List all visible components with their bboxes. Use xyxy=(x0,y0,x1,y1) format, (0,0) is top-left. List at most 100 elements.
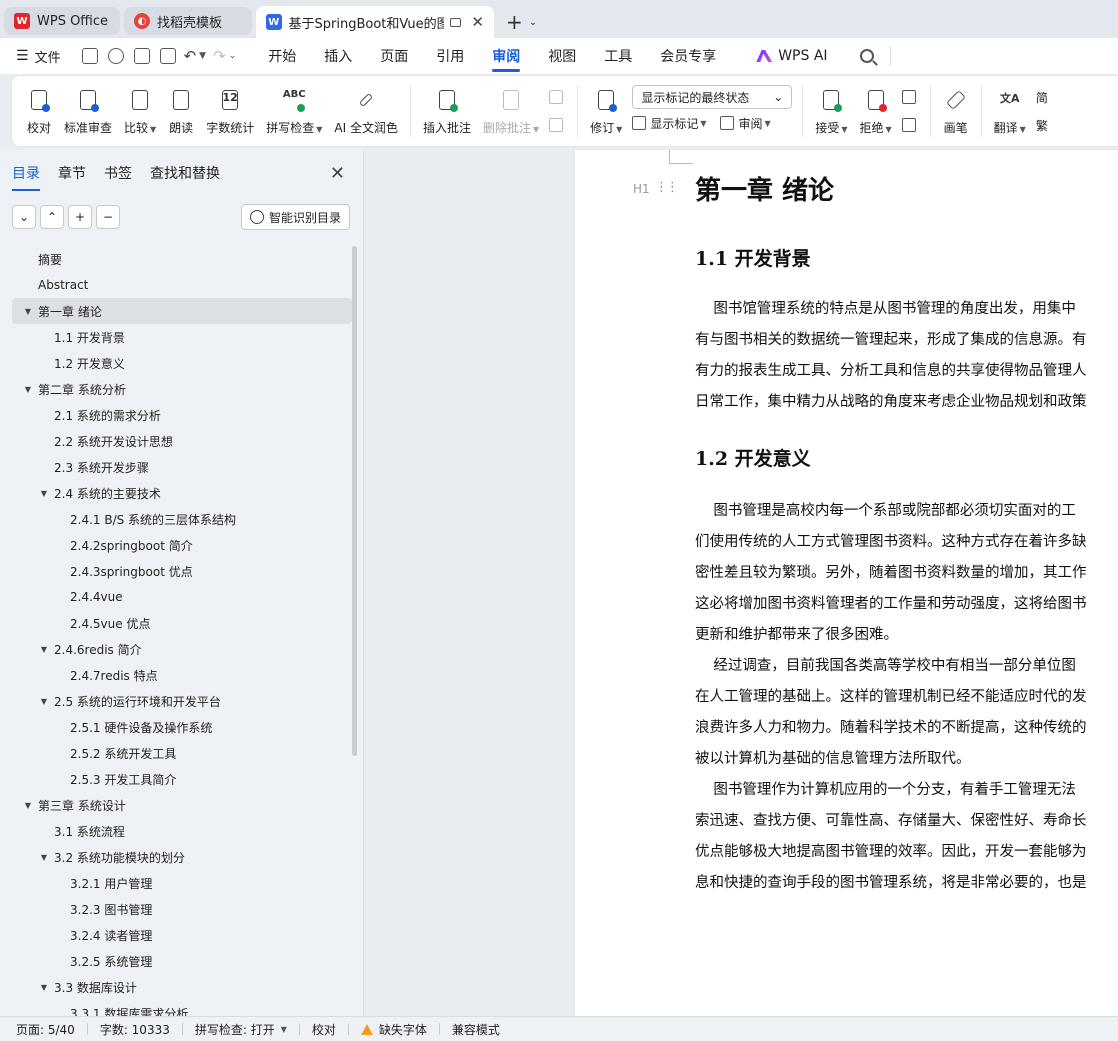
drag-handle-icon[interactable]: ⋮⋮ xyxy=(655,180,679,195)
toc-item[interactable]: 3.2.5 系统管理 xyxy=(12,948,352,974)
to-traditional-button[interactable]: 繁 xyxy=(1036,113,1048,137)
tab-bookmarks[interactable]: 书签 xyxy=(104,157,132,189)
toc-item[interactable]: ▼ 2.4.6redis 简介 xyxy=(12,636,352,662)
expand-caret-icon[interactable]: ▼ xyxy=(22,801,34,810)
save-icon[interactable] xyxy=(81,48,98,64)
show-markup-button[interactable]: 显示标记 ▼ xyxy=(632,111,706,135)
expand-caret-icon[interactable]: ▼ xyxy=(22,385,34,394)
toc-item[interactable]: 2.4.4vue xyxy=(12,584,352,610)
smart-toc-button[interactable]: 智能识别目录 xyxy=(240,204,350,230)
toc-item[interactable]: 3.2.3 图书管理 xyxy=(12,896,352,922)
toc-item[interactable]: ▼ 第一章 绪论 xyxy=(12,298,352,324)
toc-item[interactable]: 1.2 开发意义 xyxy=(12,350,352,376)
expand-caret-icon[interactable]: ▼ xyxy=(22,307,34,316)
toc-item[interactable]: 3.3.1 数据库需求分析 xyxy=(12,1000,352,1017)
insert-comment-button[interactable]: 插入批注 xyxy=(417,80,477,142)
tab-daoke-templates[interactable]: ◐ 找稻壳模板 xyxy=(124,7,252,35)
toc-item[interactable]: 2.5.2 系统开发工具 xyxy=(12,740,352,766)
menu-tools[interactable]: 工具 xyxy=(604,38,632,74)
toc-item[interactable]: ▼ 3.3 数据库设计 xyxy=(12,974,352,1000)
read-aloud-button[interactable]: 朗读 xyxy=(162,80,200,142)
toc-item[interactable]: 2.5.1 硬件设备及操作系统 xyxy=(12,714,352,740)
pen-button[interactable]: 画笔 xyxy=(937,80,975,142)
accept-button[interactable]: 接受 ▼ xyxy=(809,80,853,142)
expand-caret-icon[interactable]: ▼ xyxy=(38,697,50,706)
proofread-button[interactable]: 校对 xyxy=(20,80,58,142)
toc-item[interactable]: 2.1 系统的需求分析 xyxy=(12,402,352,428)
expand-caret-icon[interactable]: ▼ xyxy=(38,489,50,498)
menu-view[interactable]: 视图 xyxy=(548,38,576,74)
tab-chapters[interactable]: 章节 xyxy=(58,157,86,189)
spell-check-toggle[interactable]: 拼写检查: 打开 ▼ xyxy=(195,1021,287,1038)
tab-document[interactable]: W 基于SpringBoot和Vue的图书 ✕ xyxy=(256,6,494,38)
to-simplified-button[interactable]: 简 xyxy=(1036,85,1048,109)
review-pane-button[interactable]: 审阅 ▼ xyxy=(720,111,771,135)
close-tab-icon[interactable]: ✕ xyxy=(471,13,484,31)
ai-polish-button[interactable]: AI 全文润色 xyxy=(328,80,404,142)
undo-icon[interactable]: ↶ xyxy=(184,47,197,65)
collapse-all-button[interactable]: ⌃ xyxy=(40,205,64,229)
document-page[interactable]: H1 ⋮⋮ 第一章 绪论 1.1 开发背景 图书馆管理系统的特点是从图书管理的角… xyxy=(575,150,1118,1016)
toc-item[interactable]: 3.1 系统流程 xyxy=(12,818,352,844)
toc-item[interactable]: 2.4.2springboot 简介 xyxy=(12,532,352,558)
add-heading-button[interactable]: + xyxy=(68,205,92,229)
previous-comment-button[interactable] xyxy=(549,85,567,109)
compare-button[interactable]: 比较 ▼ xyxy=(118,80,162,142)
remove-heading-button[interactable]: − xyxy=(96,205,120,229)
toc-item[interactable]: ▼ 第三章 系统设计 xyxy=(12,792,352,818)
toc-item[interactable]: 3.2.1 用户管理 xyxy=(12,870,352,896)
menu-page[interactable]: 页面 xyxy=(380,38,408,74)
toc-item[interactable]: 3.2.4 读者管理 xyxy=(12,922,352,948)
new-tab-icon[interactable]: + xyxy=(506,6,523,38)
missing-font-indicator[interactable]: 缺失字体 xyxy=(360,1021,427,1038)
next-change-button[interactable] xyxy=(901,113,920,137)
print-icon[interactable] xyxy=(133,48,150,64)
translate-button[interactable]: 文A 翻译 ▼ xyxy=(988,80,1032,142)
file-menu[interactable]: ☰ 文件 xyxy=(16,47,61,66)
tab-toc[interactable]: 目录 xyxy=(12,157,40,191)
toc-item[interactable]: 2.4.5vue 优点 xyxy=(12,610,352,636)
page-indicator[interactable]: 页面: 5/40 xyxy=(16,1021,75,1038)
undo-chevron-icon[interactable]: ▼ xyxy=(199,51,206,61)
markup-state-select[interactable]: 显示标记的最终状态 ⌄ xyxy=(632,85,793,109)
close-panel-icon[interactable]: ✕ xyxy=(330,163,345,184)
menu-insert[interactable]: 插入 xyxy=(324,38,352,74)
previous-change-button[interactable] xyxy=(901,85,920,109)
toc-item[interactable]: 摘要 xyxy=(12,246,352,272)
tab-wps-office[interactable]: W WPS Office xyxy=(4,7,120,35)
toc-item[interactable]: 2.4.7redis 特点 xyxy=(12,662,352,688)
export-icon[interactable] xyxy=(107,48,124,64)
toc-item[interactable]: ▼ 2.4 系统的主要技术 xyxy=(12,480,352,506)
redo-icon[interactable]: ↷ xyxy=(213,47,226,65)
expand-all-button[interactable]: ⌄ xyxy=(12,205,36,229)
tab-list-chevron-icon[interactable]: ⌄ xyxy=(529,6,537,38)
toc-item[interactable]: 2.4.1 B/S 系统的三层体系结构 xyxy=(12,506,352,532)
toc-item[interactable]: 1.1 开发背景 xyxy=(12,324,352,350)
menu-references[interactable]: 引用 xyxy=(436,38,464,74)
menu-home[interactable]: 开始 xyxy=(268,38,296,74)
spell-check-button[interactable]: ABC 拼写检查 ▼ xyxy=(260,80,328,142)
next-comment-button[interactable] xyxy=(549,113,567,137)
print-preview-icon[interactable] xyxy=(159,48,176,64)
menu-review[interactable]: 审阅 xyxy=(492,38,521,74)
expand-caret-icon[interactable]: ▼ xyxy=(38,645,50,654)
wps-ai-menu[interactable]: WPS AI xyxy=(756,48,828,64)
reject-button[interactable]: 拒绝 ▼ xyxy=(853,80,897,142)
toc-item[interactable]: ▼ 3.2 系统功能模块的划分 xyxy=(12,844,352,870)
expand-caret-icon[interactable]: ▼ xyxy=(38,853,50,862)
tab-find-replace[interactable]: 查找和替换 xyxy=(150,157,220,189)
toc-item[interactable]: 2.4.3springboot 优点 xyxy=(12,558,352,584)
search-icon[interactable] xyxy=(859,49,874,63)
delete-comment-button[interactable]: 删除批注 ▼ xyxy=(477,80,545,142)
toc-item[interactable]: 2.5.3 开发工具简介 xyxy=(12,766,352,792)
expand-caret-icon[interactable]: ▼ xyxy=(38,983,50,992)
toc-item[interactable]: Abstract xyxy=(12,272,352,298)
word-count-indicator[interactable]: 字数: 10333 xyxy=(100,1021,170,1038)
toc-item[interactable]: 2.3 系统开发步骤 xyxy=(12,454,352,480)
menu-member[interactable]: 会员专享 xyxy=(660,38,716,74)
toc-item[interactable]: ▼ 2.5 系统的运行环境和开发平台 xyxy=(12,688,352,714)
toc-item[interactable]: 2.2 系统开发设计思想 xyxy=(12,428,352,454)
screen-icon[interactable] xyxy=(449,17,462,27)
toc-item[interactable]: ▼ 第二章 系统分析 xyxy=(12,376,352,402)
toc-scrollbar[interactable] xyxy=(352,246,357,756)
